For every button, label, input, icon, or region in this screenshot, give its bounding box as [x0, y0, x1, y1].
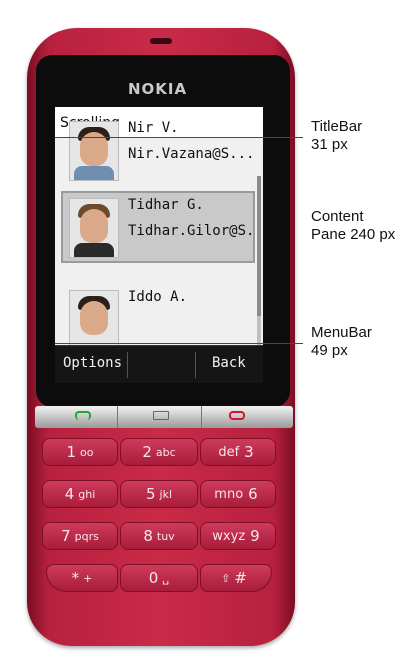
contact-name: Iddo A.: [128, 289, 188, 305]
key-4[interactable]: 4 ghi: [42, 480, 118, 508]
key-0-main: 0: [148, 569, 159, 587]
call-key-row: [35, 406, 293, 428]
scrollbar-thumb[interactable]: [257, 176, 261, 316]
contact-name: Nir V.: [128, 120, 179, 136]
key-hash[interactable]: ⇧ #: [200, 564, 272, 592]
key-6-letters: mno: [214, 486, 244, 502]
key-5[interactable]: 5 jkl: [120, 480, 198, 508]
content-callout-title: Content: [311, 208, 364, 225]
menubar-callout-line: [55, 343, 303, 344]
key-star-sub: +: [83, 571, 93, 585]
key-star-main: *: [71, 569, 80, 587]
key-0-sub: ␣: [162, 571, 170, 585]
key-6[interactable]: mno 6: [200, 480, 276, 508]
key-2-sub: abc: [155, 445, 176, 459]
key-3-letters: def: [218, 444, 240, 460]
avatar-face: [80, 209, 108, 243]
contact-email: Tidhar.Gilor@S...: [128, 223, 263, 239]
titlebar-callout: TitleBar 31 px: [311, 118, 362, 154]
key-9-letters: wxyz: [212, 528, 246, 544]
message-icon: [153, 411, 169, 420]
key-7[interactable]: 7 pqrs: [42, 522, 118, 550]
menu-bar: Options Back: [55, 345, 263, 383]
key-4-sub: ghi: [78, 487, 96, 501]
key-8-sub: tuv: [156, 529, 175, 543]
options-softkey[interactable]: Options: [63, 355, 122, 371]
titlebar-callout-line: [55, 137, 303, 138]
call-green-icon: [75, 411, 91, 420]
key-1-sub: oo: [80, 445, 94, 459]
key-3-digit: 3: [244, 443, 254, 461]
key-8[interactable]: 8 tuv: [120, 522, 198, 550]
avatar-face: [80, 301, 108, 335]
key-2-main: 2: [142, 443, 152, 461]
key-1[interactable]: 1 oo: [42, 438, 118, 466]
call-key[interactable]: [35, 406, 118, 428]
key-7-main: 7: [61, 527, 71, 545]
message-key[interactable]: [119, 406, 202, 428]
phone-screen: Scrolling Nir V. Nir.Vazana@S... Tidhar …: [55, 107, 263, 383]
key-9[interactable]: wxyz 9: [200, 522, 276, 550]
key-7-sub: pqrs: [74, 529, 99, 543]
avatar-shirt: [74, 166, 114, 180]
key-5-sub: jkl: [159, 487, 173, 501]
back-softkey[interactable]: Back: [212, 355, 246, 371]
contact-avatar: [69, 198, 119, 258]
menu-divider: [195, 352, 196, 378]
contact-avatar: [69, 290, 119, 350]
earpiece-speaker: [150, 38, 172, 44]
key-hash-main: #: [234, 569, 247, 587]
key-3[interactable]: def 3: [200, 438, 276, 466]
content-pane[interactable]: Nir V. Nir.Vazana@S... Tidhar G. Tidhar.…: [55, 120, 263, 356]
contact-email: Nir.Vazana@S...: [128, 146, 255, 162]
key-1-main: 1: [66, 443, 77, 461]
titlebar-callout-size: 31 px: [311, 136, 348, 153]
key-9-digit: 9: [250, 527, 260, 545]
menubar-callout-size: 49 px: [311, 342, 348, 359]
contact-list-item-selected[interactable]: Tidhar G. Tidhar.Gilor@S...: [61, 191, 263, 263]
key-star[interactable]: * +: [46, 564, 118, 592]
contact-list-item[interactable]: Nir V. Nir.Vazana@S...: [61, 114, 255, 186]
avatar-shirt: [74, 243, 114, 257]
key-0[interactable]: 0 ␣: [120, 564, 198, 592]
titlebar-callout-title: TitleBar: [311, 118, 363, 135]
brand-text: NOKIA: [128, 80, 188, 98]
key-5-main: 5: [145, 485, 156, 503]
menu-divider: [127, 352, 128, 378]
content-callout-size: Pane 240 px: [311, 226, 396, 243]
key-4-main: 4: [64, 485, 75, 503]
key-hash-shift: ⇧: [221, 571, 231, 585]
contact-avatar: [69, 121, 119, 181]
key-8-main: 8: [143, 527, 153, 545]
key-2[interactable]: 2 abc: [120, 438, 198, 466]
end-call-red-icon: [229, 411, 245, 420]
menubar-callout-title: MenuBar: [311, 324, 372, 341]
contact-name: Tidhar G.: [128, 197, 204, 213]
menubar-callout: MenuBar 49 px: [311, 324, 372, 360]
end-call-key[interactable]: [203, 406, 285, 428]
scrollbar[interactable]: [257, 176, 261, 356]
content-callout: Content Pane 240 px: [311, 208, 395, 244]
key-6-digit: 6: [248, 485, 258, 503]
